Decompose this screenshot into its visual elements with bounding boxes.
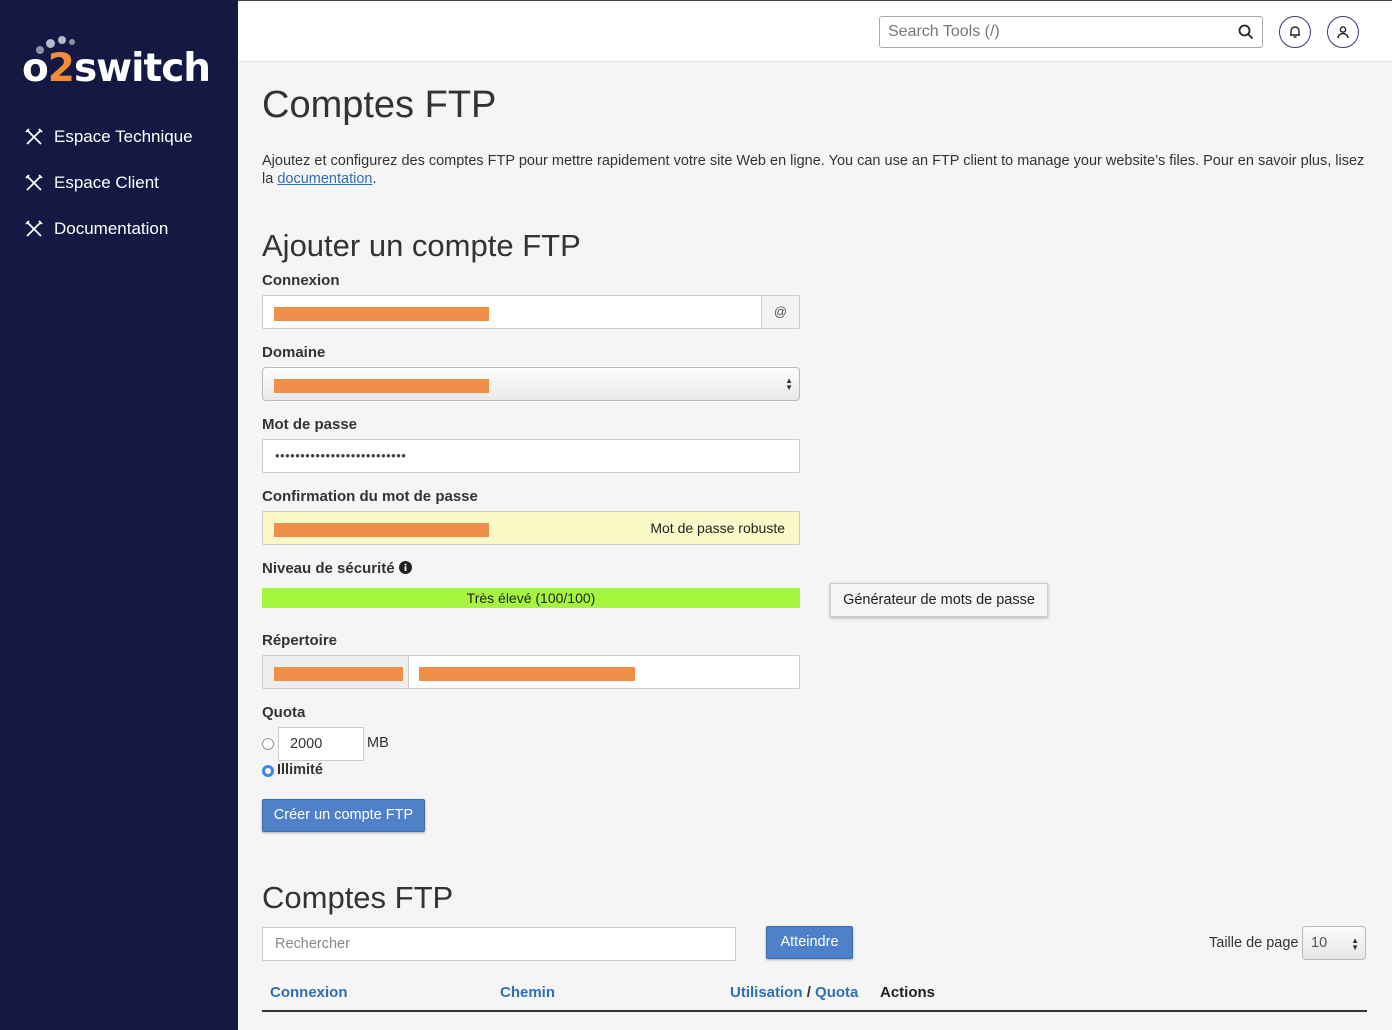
password-input[interactable]: ••••••••••••••••••••••••••	[262, 439, 800, 473]
directory-label: Répertoire	[262, 632, 338, 649]
search-tools-placeholder: Search Tools (/)	[888, 23, 1000, 40]
security-level-value: Très élevé (100/100)	[466, 590, 596, 606]
o2switch-logo[interactable]: o2switch	[22, 36, 222, 91]
search-icon[interactable]	[1238, 24, 1254, 40]
page-title: Comptes FTP	[262, 84, 497, 126]
quota-unlimited-radio[interactable]	[262, 765, 274, 777]
logo-text: o2switch	[22, 46, 211, 91]
bell-icon	[1290, 26, 1300, 38]
security-level-bar: Très élevé (100/100)	[262, 588, 800, 608]
confirm-password-input[interactable]: Mot de passe robuste	[262, 511, 800, 545]
domain-label: Domaine	[262, 344, 326, 361]
column-header-login[interactable]: Connexion	[270, 984, 348, 1001]
column-header-path[interactable]: Chemin	[500, 984, 555, 1001]
login-label: Connexion	[262, 272, 340, 289]
create-ftp-account-button[interactable]: Créer un compte FTP	[262, 799, 425, 832]
sidebar-item-label: Espace Technique	[54, 127, 193, 146]
sidebar: o2switch Espace Technique Espace Client …	[0, 0, 238, 1030]
directory-input[interactable]	[262, 655, 800, 689]
select-arrows-icon: ▲ ▼	[1351, 936, 1359, 952]
confirm-password-label: Confirmation du mot de passe	[262, 488, 478, 505]
intro-text: Ajoutez et configurez des comptes FTP po…	[262, 153, 1365, 187]
column-header-separator: /	[806, 984, 811, 1001]
password-value: ••••••••••••••••••••••••••	[275, 448, 407, 463]
redacted-value	[419, 667, 635, 681]
topbar: Search Tools (/)	[238, 0, 1392, 62]
page-size-value: 10	[1311, 935, 1328, 951]
table-header-divider	[262, 1010, 1367, 1012]
quota-input[interactable]: 2000	[278, 727, 364, 761]
sidebar-item-label: Documentation	[54, 219, 169, 238]
documentation-link[interactable]: documentation	[277, 171, 372, 187]
info-icon[interactable]	[398, 561, 412, 574]
user-icon	[1337, 26, 1349, 39]
tools-icon	[25, 174, 43, 191]
redacted-value	[274, 667, 403, 681]
page-size-select[interactable]: 10 ▲ ▼	[1302, 926, 1366, 960]
column-header-actions: Actions	[880, 984, 936, 1001]
password-generator-button[interactable]: Générateur de mots de passe	[830, 583, 1048, 617]
search-tools-input[interactable]: Search Tools (/)	[879, 16, 1263, 48]
select-arrows-icon: ▲ ▼	[785, 376, 793, 392]
user-menu-button[interactable]	[1327, 16, 1359, 48]
sidebar-item-label: Espace Client	[54, 173, 159, 192]
domain-select[interactable]: ▲ ▼	[262, 367, 800, 401]
go-button[interactable]: Atteindre	[766, 926, 853, 959]
quota-unlimited-label: Illimité	[277, 762, 323, 778]
column-header-quota[interactable]: Quota	[815, 984, 858, 1001]
quota-unit: MB	[367, 735, 389, 751]
redacted-value	[274, 307, 489, 321]
quota-limited-radio[interactable]	[262, 738, 274, 750]
sidebar-item-espace-client[interactable]: Espace Client	[24, 171, 159, 195]
quota-label: Quota	[262, 704, 306, 721]
column-header-usage[interactable]: Utilisation	[730, 984, 803, 1001]
add-account-heading: Ajouter un compte FTP	[262, 228, 581, 263]
page-size-label: Taille de page	[1209, 935, 1299, 951]
column-header-usage-quota: Utilisation / Quota	[730, 984, 858, 1001]
login-input[interactable]: @	[262, 295, 800, 329]
ftp-accounts-heading: Comptes FTP	[262, 880, 454, 915]
password-label: Mot de passe	[262, 416, 358, 433]
sidebar-item-documentation[interactable]: Documentation	[24, 217, 168, 241]
tools-icon	[25, 128, 43, 145]
accounts-search-input[interactable]: Rechercher	[262, 927, 736, 961]
security-level-label: Niveau de sécurité	[262, 560, 412, 577]
redacted-value	[274, 523, 489, 537]
notifications-button[interactable]	[1279, 16, 1311, 48]
directory-prefix	[263, 656, 409, 688]
login-at-addon: @	[761, 296, 799, 328]
sidebar-item-espace-technique[interactable]: Espace Technique	[24, 125, 193, 149]
password-strength-status: Mot de passe robuste	[650, 520, 785, 536]
tools-icon	[25, 220, 43, 237]
redacted-value	[274, 379, 489, 393]
